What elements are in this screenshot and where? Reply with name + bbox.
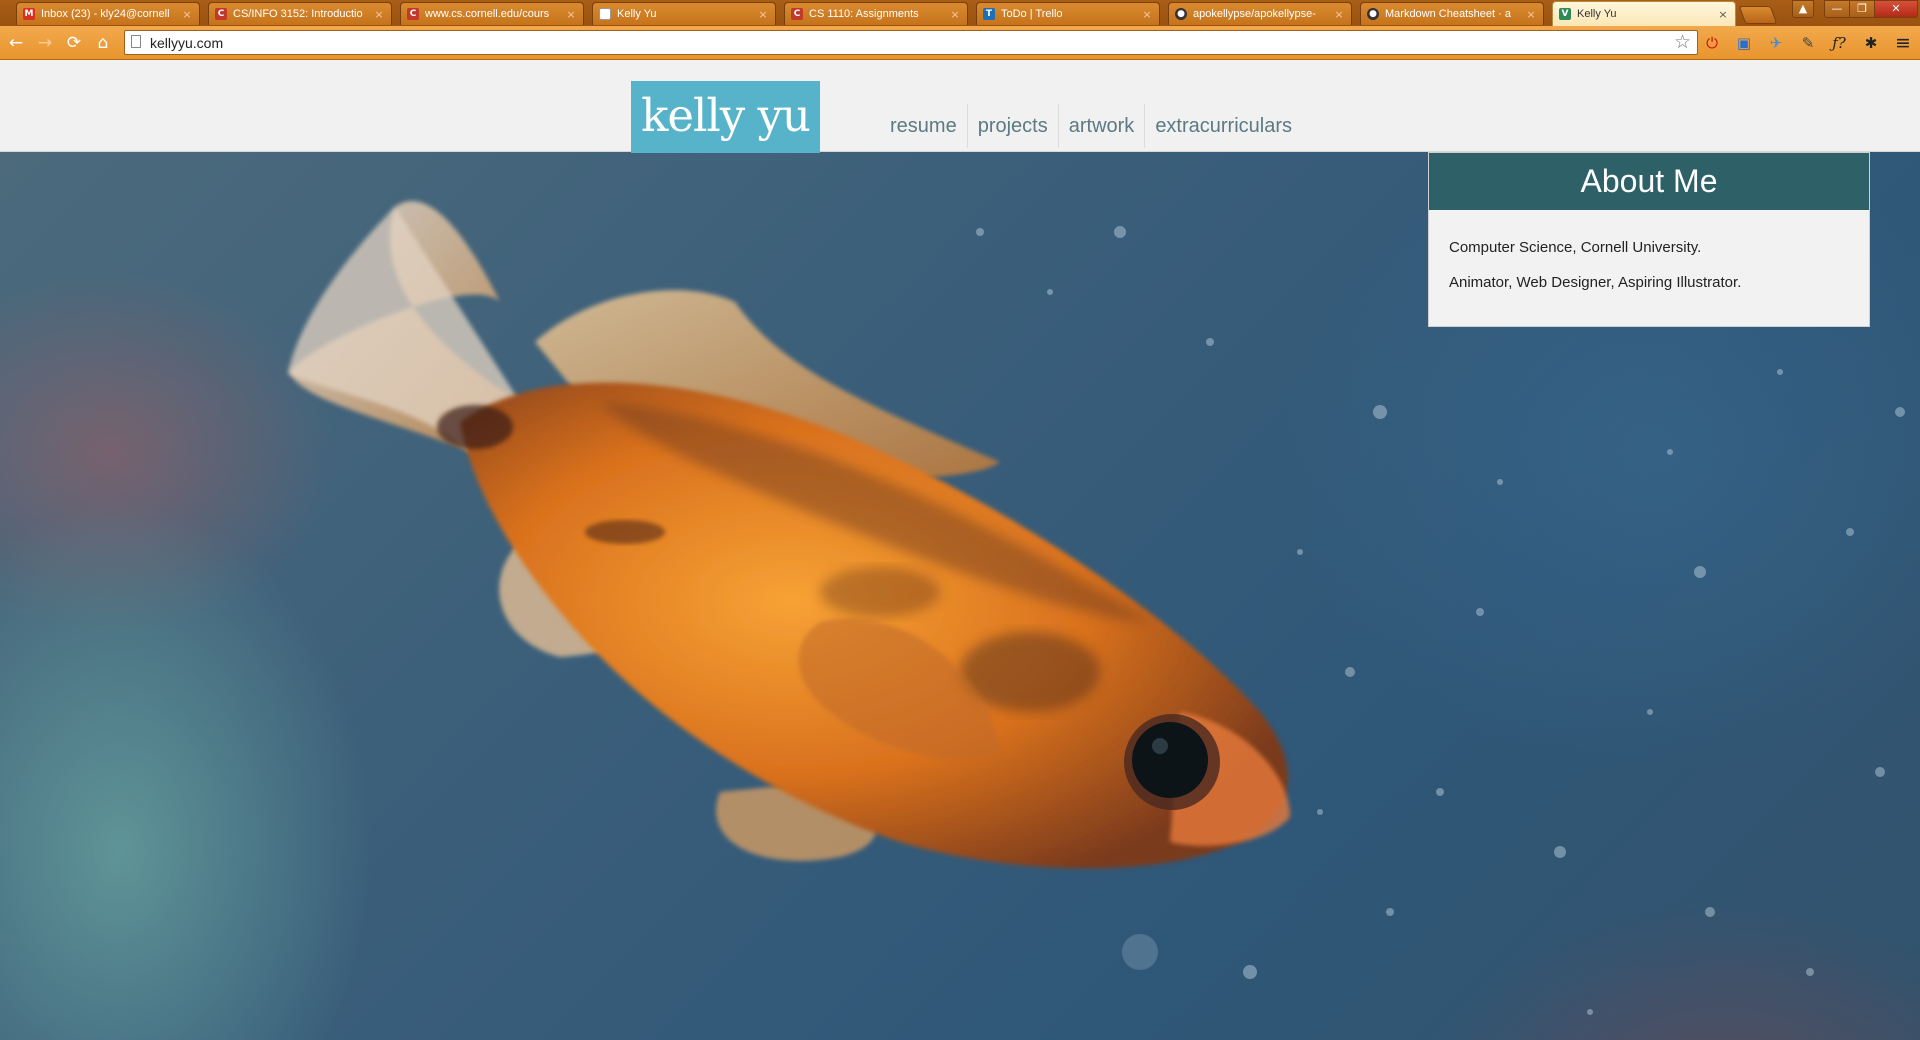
site-logo[interactable]: kelly yu [631,81,820,153]
forward-arrow-icon[interactable]: → [35,33,55,53]
nav-link-resume[interactable]: resume [880,104,968,148]
gear-icon[interactable]: ✱ [1861,33,1881,53]
tab-strip: M Inbox (23) - kly24@cornell × C CS/INFO… [0,0,1920,26]
cornell-icon: C [215,8,227,20]
tab-title: apokellypse/apokellypse- [1193,8,1316,20]
page-icon [131,35,141,48]
tab-close-icon[interactable]: × [1333,8,1345,21]
tab-close-icon[interactable]: × [565,8,577,21]
tab-trello[interactable]: T ToDo | Trello × [976,2,1160,25]
tab-close-icon[interactable]: × [1717,8,1729,21]
tab-title: Kelly Yu [1577,8,1617,20]
back-arrow-icon[interactable]: ← [6,33,26,53]
tab-close-icon[interactable]: × [181,8,193,21]
font-icon[interactable]: ƒ? [1829,33,1849,53]
tab-title: Markdown Cheatsheet · a [1385,8,1511,20]
cornell-icon: C [791,8,803,20]
vine-icon: V [1559,8,1571,20]
about-me-title: About Me [1429,153,1869,210]
eyedropper-icon[interactable]: ✎ [1798,33,1818,53]
tab-github-apokellypse[interactable]: ● apokellypse/apokellypse- × [1168,2,1352,25]
about-me-panel: About Me Computer Science, Cornell Unive… [1428,152,1870,327]
tab-markdown-cheatsheet[interactable]: ● Markdown Cheatsheet · a × [1360,2,1544,25]
tab-title: ToDo | Trello [1001,8,1063,20]
tab-cs-1110[interactable]: C CS 1110: Assignments × [784,2,968,25]
tab-title: CS 1110: Assignments [809,8,919,20]
tab-close-icon[interactable]: × [1525,8,1537,21]
web-page: kelly yu resume projects artwork extracu… [0,60,1920,1040]
nav-link-projects[interactable]: projects [968,104,1059,148]
nav-link-artwork[interactable]: artwork [1059,104,1146,148]
tab-title: Kelly Yu [617,8,657,20]
github-icon: ● [1175,8,1187,20]
adblock-icon[interactable]: ⏻ [1702,33,1722,53]
new-tab-button[interactable] [1738,6,1778,24]
home-icon[interactable]: ⌂ [93,33,113,53]
tab-close-icon[interactable]: × [949,8,961,21]
github-icon: ● [1367,8,1379,20]
about-me-body: Computer Science, Cornell University. An… [1429,210,1869,320]
bookmark-star-icon[interactable]: ☆ [1674,31,1691,54]
tab-title: Inbox (23) - kly24@cornell [41,8,170,20]
tab-kelly-yu-active[interactable]: V Kelly Yu × [1552,1,1736,26]
tab-close-icon[interactable]: × [373,8,385,21]
nav-link-extracurriculars[interactable]: extracurriculars [1145,104,1302,148]
minimize-button[interactable]: — [1824,0,1850,18]
trello-icon: T [983,8,995,20]
menu-icon[interactable]: ≡ [1893,33,1913,53]
tab-kelly-yu[interactable]: Kelly Yu × [592,2,776,25]
browser-toolbar: ← → ⟳ ⌂ kellyyu.com ☆ [0,26,1920,60]
bird-icon[interactable]: ✈ [1766,33,1786,53]
cornell-icon: C [407,8,419,20]
user-icon[interactable]: ▲ [1792,0,1814,18]
address-bar[interactable]: kellyyu.com ☆ [124,30,1698,55]
url-text[interactable]: kellyyu.com [150,35,223,51]
tab-cs-cornell-edu[interactable]: C www.cs.cornell.edu/cours × [400,2,584,25]
site-nav: resume projects artwork extracurriculars [880,104,1302,148]
tab-close-icon[interactable]: × [757,8,769,21]
tab-title: CS/INFO 3152: Introductio [233,8,363,20]
tab-cs-info-3152[interactable]: C CS/INFO 3152: Introductio × [208,2,392,25]
about-line-education: Computer Science, Cornell University. [1449,239,1702,256]
about-line-roles: Animator, Web Designer, Aspiring Illustr… [1449,274,1742,291]
page-icon [599,8,611,20]
window-icon[interactable]: ▣ [1734,33,1754,53]
reload-icon[interactable]: ⟳ [64,33,84,53]
tab-close-icon[interactable]: × [1141,8,1153,21]
gmail-icon: M [23,8,35,20]
site-header: kelly yu resume projects artwork extracu… [0,60,1920,153]
maximize-button[interactable]: ❐ [1849,0,1875,18]
close-window-button[interactable]: ✕ [1874,0,1918,18]
tab-title: www.cs.cornell.edu/cours [425,8,550,20]
tab-gmail[interactable]: M Inbox (23) - kly24@cornell × [16,2,200,25]
